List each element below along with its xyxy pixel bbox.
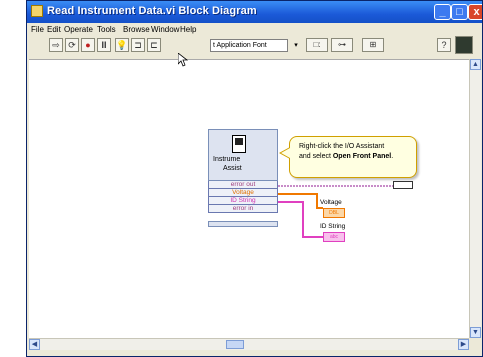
callout-suffix: . <box>391 153 394 160</box>
block-diagram-window: Read Instrument Data.vi Block Diagram _ … <box>26 0 483 357</box>
instrument-icon <box>232 135 246 153</box>
voltage-indicator-label: Voltage <box>320 199 342 206</box>
terminal-voltage[interactable]: Voltage <box>208 189 278 197</box>
express-vi-label-2: Assist <box>223 165 242 172</box>
instruction-callout: Right-click the I/O Assistant and select… <box>289 136 417 178</box>
id-string-indicator[interactable]: abc <box>323 232 345 242</box>
callout-tail-inner <box>281 148 290 158</box>
express-vi-footer <box>208 221 278 227</box>
callout-line-1: Right-click the I/O Assistant <box>299 143 385 150</box>
terminal-error-in[interactable]: error in <box>208 205 278 213</box>
terminal-id-string[interactable]: ID String <box>208 197 278 205</box>
terminal-error-out[interactable]: error out <box>208 181 278 189</box>
callout-bold-command: Open Front Panel <box>332 153 392 160</box>
callout-line-2: and select Open Front Panel. <box>299 153 393 160</box>
express-vi-header: Instrume Assist <box>208 129 278 181</box>
voltage-indicator[interactable]: DBL <box>323 208 345 218</box>
mouse-cursor-icon <box>178 53 188 67</box>
express-vi-label-1: Instrume <box>213 156 241 163</box>
error-out-indicator[interactable] <box>393 181 413 189</box>
callout-prefix: and select <box>299 153 333 160</box>
id-string-indicator-label: ID String <box>320 223 346 230</box>
instrument-io-assistant[interactable]: Instrume Assist error out Voltage ID Str… <box>208 129 278 229</box>
